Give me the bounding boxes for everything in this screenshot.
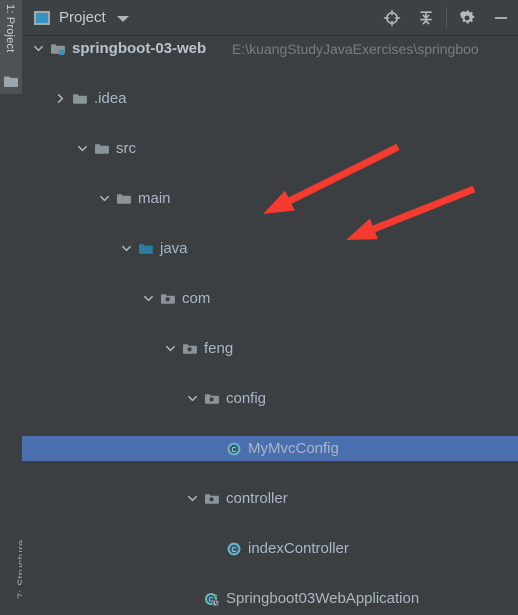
package-icon (204, 391, 220, 407)
chevron-down-icon[interactable] (98, 192, 111, 205)
tree-row-label: src (116, 140, 136, 157)
tree-row-label: feng (204, 340, 234, 357)
chevron-down-icon[interactable] (142, 292, 155, 305)
project-tree[interactable]: springboot-03-web E:\kuangStudyJavaExerci… (22, 36, 518, 615)
chevron-right-icon[interactable] (54, 92, 67, 105)
project-path-label: E:\kuangStudyJavaExercises\springboo (232, 40, 479, 57)
settings-gear-icon[interactable] (450, 0, 484, 36)
tree-row[interactable]: C Springboot03WebApplication (22, 586, 518, 611)
folder-icon (72, 91, 88, 107)
tree-row[interactable]: feng (22, 336, 518, 361)
module-folder-icon (50, 41, 66, 57)
project-folder-icon (4, 76, 18, 87)
tree-row-label: springboot-03-web (72, 40, 207, 57)
chevron-down-icon[interactable] (76, 142, 89, 155)
spring-boot-class-icon: C (204, 591, 220, 607)
tree-row-label: .idea (94, 90, 127, 107)
folder-icon (116, 191, 132, 207)
tree-row[interactable]: com (22, 286, 518, 311)
tree-row[interactable]: springboot-03-web E:\kuangStudyJavaExerci… (22, 36, 518, 61)
tool-window-stripe: 1: Project 7: Structure (0, 0, 28, 615)
tool-window-header: Project (22, 0, 518, 36)
tree-row-label: indexController (248, 540, 349, 557)
tree-row[interactable]: .idea (22, 86, 518, 111)
tree-row-label: main (138, 190, 171, 207)
tree-row[interactable]: config (22, 386, 518, 411)
chevron-down-icon[interactable] (186, 392, 199, 405)
tree-row[interactable]: main (22, 186, 518, 211)
tree-row-label: controller (226, 490, 288, 507)
project-view-icon (34, 10, 50, 25)
tree-row[interactable]: C MyMvcConfig (22, 436, 518, 461)
tree-row-label: Springboot03WebApplication (226, 590, 420, 607)
tool-window-title: Project (59, 9, 106, 26)
package-icon (182, 341, 198, 357)
java-class-icon: C (226, 441, 242, 457)
tree-row[interactable]: java (22, 236, 518, 261)
chevron-down-icon[interactable] (186, 492, 199, 505)
stripe-button-structure[interactable]: 7: Structure (0, 519, 28, 615)
header-actions (375, 0, 518, 35)
header-separator (446, 6, 447, 29)
package-icon (204, 491, 220, 507)
tree-row-label: java (160, 240, 188, 257)
tree-row-label: config (226, 390, 267, 407)
java-class-icon: C (226, 541, 242, 557)
svg-text:C: C (231, 447, 236, 454)
folder-icon (94, 141, 110, 157)
tree-row[interactable]: CindexController (22, 536, 518, 561)
source-root-folder-icon (138, 241, 154, 257)
stripe-button-project[interactable]: 1: Project (0, 0, 22, 94)
chevron-down-icon[interactable] (164, 342, 177, 355)
chevron-down-icon[interactable] (116, 15, 129, 22)
svg-text:C: C (231, 547, 236, 554)
hide-icon[interactable] (484, 0, 518, 36)
package-icon (160, 291, 176, 307)
intellij-project-tool-window: 1: Project 7: Structure Project (0, 0, 518, 615)
project-view-selector[interactable]: Project (22, 0, 129, 35)
stripe-button-project-label: 1: Project (4, 4, 16, 53)
select-opened-file-icon[interactable] (375, 0, 409, 36)
tree-row[interactable]: src (22, 136, 518, 161)
chevron-down-icon[interactable] (120, 242, 133, 255)
tree-row-label: com (182, 290, 211, 307)
tree-row[interactable]: controller (22, 486, 518, 511)
chevron-down-icon[interactable] (32, 42, 45, 55)
collapse-all-icon[interactable] (409, 0, 443, 36)
tree-row-label: MyMvcConfig (248, 440, 339, 457)
